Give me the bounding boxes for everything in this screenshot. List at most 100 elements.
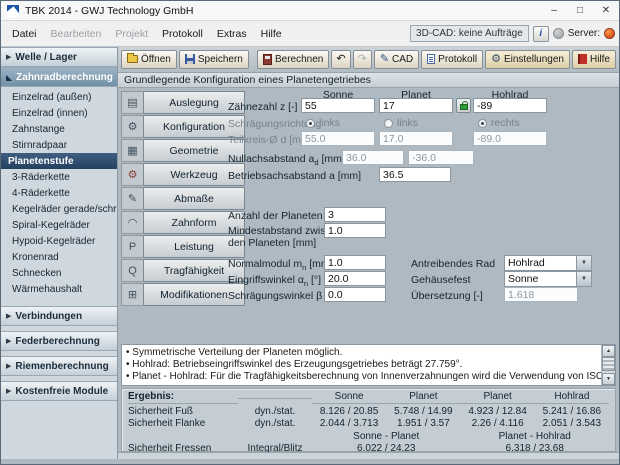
sidebar-item-kostenfreie-module[interactable]: ▶ Kostenfreie Module — [1, 381, 117, 401]
zaehnezahl-hohlrad-input[interactable] — [473, 98, 547, 114]
chevron-down-icon[interactable]: ▼ — [576, 272, 591, 287]
schraegungswinkel-input[interactable] — [324, 287, 386, 303]
window-bottom-edge — [118, 452, 619, 459]
protocol-button[interactable]: Protokoll — [421, 49, 484, 69]
result-value: 2.044 / 3.713 — [319, 418, 379, 430]
info-button[interactable]: i — [532, 25, 549, 42]
radio-hohlrad-rechts: rechts — [478, 117, 520, 129]
result-value: 2.051 / 3.543 — [542, 418, 602, 430]
help-book-icon — [577, 54, 587, 65]
abmasse-button[interactable]: Abmaße — [143, 187, 245, 211]
menu-protokoll[interactable]: Protokoll — [155, 25, 210, 43]
toolbar: Öffnen Speichern Berechnen ↶ ↷ ✎ CAD Pro… — [118, 47, 619, 73]
results-header-planet2: Planet — [460, 391, 535, 405]
menu-bar: Datei Bearbeiten Projekt Protokoll Extra… — [1, 21, 619, 47]
sidebar-item-stirnradpaar[interactable]: Stirnradpaar — [1, 137, 117, 153]
sidebar-item-spiral-kegelraeder[interactable]: Spiral-Kegelräder — [1, 217, 117, 233]
nullachsabstand-2-field — [408, 150, 474, 166]
sidebar-item-kegelraeder[interactable]: Kegelräder gerade/schräg — [1, 201, 117, 217]
chevron-right-icon: ▶ — [6, 313, 12, 320]
disk-icon — [184, 54, 195, 65]
sidebar-item-planetenstufe[interactable]: Planetenstufe — [1, 153, 117, 169]
sidebar: ▶ Welle / Lager ◣ Zahnradberechnung Einz… — [1, 47, 118, 459]
result-row-name: Sicherheit Flanke — [128, 418, 206, 430]
auslegung-icon: ▤ — [121, 91, 143, 115]
results-title: Ergebnis: — [128, 391, 238, 405]
eingriffswinkel-label: Eingriffswinkel αn [°] — [228, 274, 322, 289]
results-header-sonne: Sonne — [312, 391, 387, 405]
configuration-panel: ▤ Auslegung ⚙ Konfiguration ▦ Geometrie ⚙ We… — [118, 88, 619, 342]
sidebar-item-federberechnung[interactable]: ▶ Federberechnung — [1, 331, 117, 351]
calculate-button[interactable]: Berechnen — [257, 49, 330, 69]
chevron-right-icon: ▶ — [6, 388, 12, 395]
teilkreis-sonne-field — [301, 131, 375, 147]
scroll-down-icon[interactable]: ▼ — [602, 373, 615, 386]
konfiguration-icon: ⚙ — [121, 115, 143, 139]
sidebar-item-zahnradberechnung[interactable]: ◣ Zahnradberechnung — [1, 67, 117, 87]
scroll-thumb[interactable] — [602, 357, 615, 372]
sidebar-item-einzelrad-aussen[interactable]: Einzelrad (außen) — [1, 89, 117, 105]
settings-button[interactable]: ⚙ Einstellungen — [485, 49, 570, 69]
window-title: TBK 2014 - GWJ Technology GmbH — [25, 4, 194, 17]
close-button[interactable]: ✕ — [593, 1, 619, 20]
menu-hilfe[interactable]: Hilfe — [254, 25, 289, 43]
result-row-name: Sicherheit Fuß — [128, 405, 194, 417]
lock-button[interactable] — [456, 98, 471, 114]
result-value: 4.923 / 12.84 — [468, 405, 527, 417]
sidebar-item-hypoid-kegelraeder[interactable]: Hypoid-Kegelräder — [1, 233, 117, 249]
anzahl-planeten-label: Anzahl der Planeten [-] — [228, 210, 335, 223]
normalmodul-label: Normalmodul mn [mm] — [228, 258, 333, 273]
scroll-up-icon[interactable]: ▲ — [602, 345, 615, 358]
redo-button: ↷ — [352, 49, 372, 69]
zaehnezahl-sonne-input[interactable] — [301, 98, 375, 114]
antreibendes-rad-label: Antreibendes Rad — [411, 258, 496, 271]
help-button[interactable]: Hilfe — [571, 49, 616, 69]
sidebar-item-3-raederkette[interactable]: 3-Räderkette — [1, 169, 117, 185]
normalmodul-input[interactable] — [324, 255, 386, 271]
betriebsachsabstand-input[interactable] — [379, 167, 451, 183]
calculator-icon — [263, 53, 272, 65]
result-value: 2.26 / 4.116 — [471, 418, 524, 430]
radio-icon — [306, 118, 315, 128]
open-button[interactable]: Öffnen — [121, 49, 177, 69]
antreibendes-rad-select[interactable]: Hohlrad ▼ — [504, 255, 592, 272]
abmasse-icon: ✎ — [121, 187, 143, 211]
sidebar-item-verbindungen[interactable]: ▶ Verbindungen — [1, 306, 117, 326]
uebersetzung-label: Übersetzung [-] — [411, 290, 483, 303]
menu-extras[interactable]: Extras — [210, 25, 254, 43]
minimize-button[interactable]: – — [541, 1, 567, 20]
sidebar-item-4-raederkette[interactable]: 4-Räderkette — [1, 185, 117, 201]
chevron-right-icon: ▶ — [6, 338, 12, 345]
modifikationen-icon: ⊞ — [121, 283, 143, 307]
result-row-method: dyn./stat. — [254, 418, 296, 430]
anzahl-planeten-input[interactable] — [324, 207, 386, 223]
result-row-method: dyn./stat. — [254, 405, 296, 417]
nullachsabstand-1-field — [342, 150, 404, 166]
menu-datei[interactable]: Datei — [5, 25, 44, 43]
eingriffswinkel-input[interactable] — [324, 271, 386, 287]
zaehnezahl-planet-input[interactable] — [379, 98, 453, 114]
teilkreis-hohlrad-field — [473, 131, 547, 147]
folder-icon — [127, 53, 138, 64]
sidebar-item-kronenrad[interactable]: Kronenrad — [1, 249, 117, 265]
sidebar-item-einzelrad-innen[interactable]: Einzelrad (innen) — [1, 105, 117, 121]
sidebar-item-waermehaushalt[interactable]: Wärmehaushalt — [1, 281, 117, 297]
gear-icon: ⚙ — [491, 52, 501, 65]
chevron-down-icon[interactable]: ▼ — [576, 256, 591, 271]
pair-header-sonne-planet: Sonne - Planet — [353, 430, 420, 442]
radio-planet-links: links — [384, 117, 418, 129]
sidebar-item-zahnstange[interactable]: Zahnstange — [1, 121, 117, 137]
undo-button[interactable]: ↶ — [331, 49, 351, 69]
cad-button[interactable]: ✎ CAD — [373, 49, 420, 69]
gehaeusefest-select[interactable]: Sonne ▼ — [504, 271, 592, 288]
sidebar-item-riemenberechnung[interactable]: ▶ Riemenberechnung — [1, 356, 117, 376]
mindestabstand-input[interactable] — [324, 223, 386, 239]
message-scrollbar[interactable]: ▲ ▼ — [601, 345, 615, 386]
gehaeusefest-label: Gehäusefest — [411, 274, 471, 287]
maximize-button[interactable]: □ — [567, 1, 593, 20]
radio-sonne-links: links — [306, 117, 340, 129]
tragfaehigkeit-icon: Q — [121, 259, 143, 283]
save-button[interactable]: Speichern — [178, 49, 249, 69]
sidebar-item-schnecken[interactable]: Schnecken — [1, 265, 117, 281]
sidebar-item-welle-lager[interactable]: ▶ Welle / Lager — [1, 47, 117, 67]
